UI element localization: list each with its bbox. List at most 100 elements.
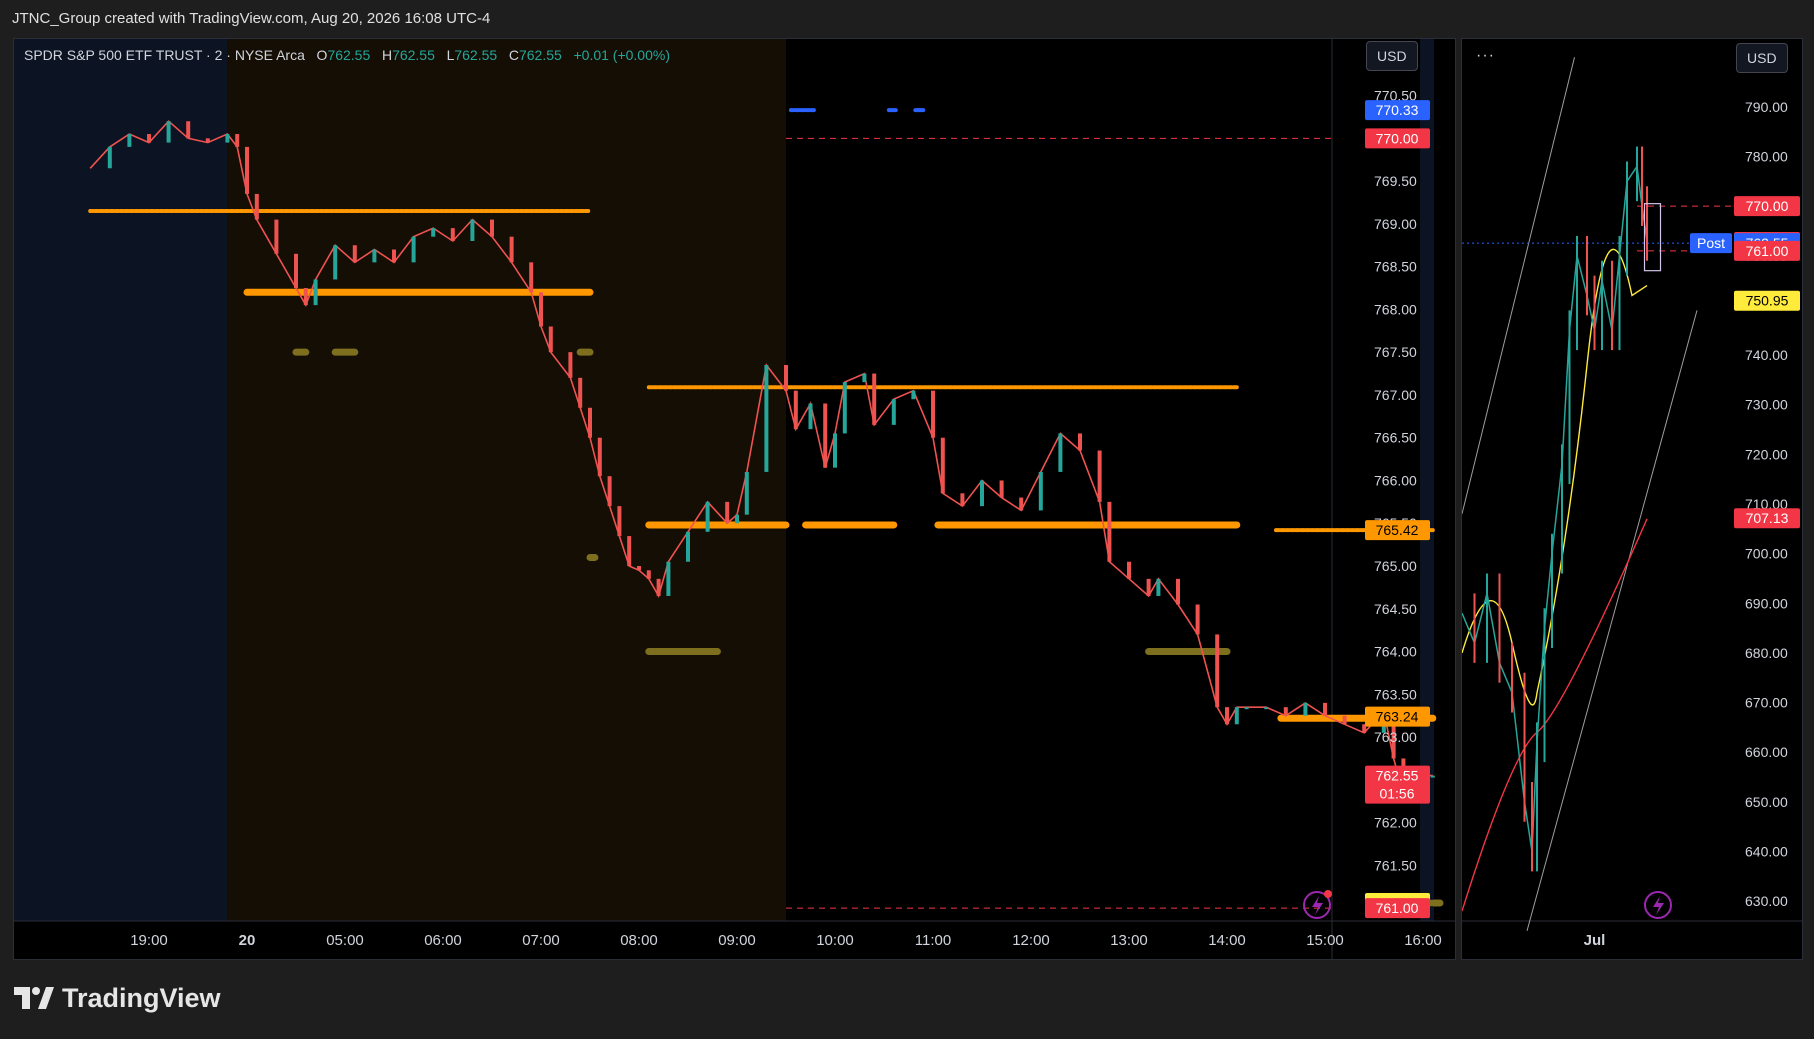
side-lightning-bolt-icon xyxy=(1653,896,1664,915)
price-candle xyxy=(1107,501,1112,562)
price-candle xyxy=(1342,715,1347,725)
price-candle xyxy=(617,506,622,537)
price-candle xyxy=(1156,578,1161,596)
side-y-tick-label: 680.00 xyxy=(1745,645,1788,661)
price-candle xyxy=(1176,578,1180,605)
x-tick-label: 07:00 xyxy=(522,932,560,949)
price-candle xyxy=(431,228,436,237)
price-candle xyxy=(235,134,240,147)
x-tick-label: 16:00 xyxy=(1404,932,1442,949)
channel-upper-line xyxy=(1462,57,1575,515)
price-candle xyxy=(1225,707,1229,725)
price-candle xyxy=(911,390,916,400)
side-price-label: 750.95 xyxy=(1746,293,1789,309)
price-candle xyxy=(1303,702,1308,716)
price-candle xyxy=(842,382,847,434)
price-candle xyxy=(166,121,171,143)
symbol-legend[interactable]: SPDR S&P 500 ETF TRUST · 2 · NYSE Arca O… xyxy=(24,47,670,63)
y-tick-label: 767.00 xyxy=(1374,387,1417,403)
more-menu-icon[interactable]: ··· xyxy=(1476,47,1495,65)
side-y-tick-label: 700.00 xyxy=(1745,546,1788,562)
price-level-label: 762.55 xyxy=(1376,768,1419,784)
y-tick-label: 768.00 xyxy=(1374,301,1417,317)
price-candle xyxy=(254,193,259,220)
price-candle xyxy=(1127,561,1131,579)
price-candle xyxy=(294,253,298,289)
price-candle xyxy=(686,531,690,562)
price-candle xyxy=(705,501,710,532)
y-tick-label: 768.50 xyxy=(1374,259,1417,275)
side-y-tick-label: 780.00 xyxy=(1745,149,1788,165)
y-tick-label: 764.50 xyxy=(1374,601,1417,617)
price-candle xyxy=(539,292,543,327)
close-label: C xyxy=(508,47,519,63)
price-candle xyxy=(450,228,455,241)
x-tick-label: 15:00 xyxy=(1306,932,1344,949)
price-candle xyxy=(411,236,416,263)
y-tick-label: 769.50 xyxy=(1374,173,1417,189)
y-tick-label: 763.00 xyxy=(1374,729,1417,745)
price-level-label: 770.33 xyxy=(1376,102,1419,118)
price-candle xyxy=(245,146,249,194)
price-level-label: 765.42 xyxy=(1376,522,1419,538)
side-price-label: 770.00 xyxy=(1746,198,1789,214)
close-value: 762.55 xyxy=(518,47,562,63)
price-candle xyxy=(313,279,318,306)
overnight-session-bg xyxy=(14,39,228,921)
price-candle xyxy=(588,407,592,438)
price-candle xyxy=(862,373,867,383)
side-y-tick-label: 660.00 xyxy=(1745,744,1788,760)
open-label: O xyxy=(316,47,328,63)
price-candle xyxy=(666,561,671,596)
price-candle xyxy=(107,146,112,169)
daily-price-chart[interactable]: 790.00780.00770.00760.00750.00740.00730.… xyxy=(1462,39,1802,959)
high-value: 762.55 xyxy=(392,47,435,63)
price-candle xyxy=(1283,707,1288,716)
price-candle xyxy=(1038,471,1043,511)
price-candle xyxy=(784,365,788,391)
price-candle xyxy=(1323,702,1327,716)
tradingview-logo: TradingView xyxy=(14,980,221,1016)
y-tick-label: 762.00 xyxy=(1374,815,1417,831)
price-candle xyxy=(205,138,210,143)
side-y-tick-label: 640.00 xyxy=(1745,844,1788,860)
main-price-chart[interactable]: 770.50770.00769.50769.00768.50768.00767.… xyxy=(14,39,1455,959)
price-candle xyxy=(744,471,749,515)
main-chart-panel[interactable]: 770.50770.00769.50769.00768.50768.00767.… xyxy=(13,38,1456,960)
price-candle xyxy=(637,566,641,571)
x-tick-label: 20 xyxy=(239,932,256,949)
x-tick-label: 14:00 xyxy=(1208,932,1246,949)
price-candle xyxy=(1430,775,1435,778)
currency-button[interactable]: USD xyxy=(1366,41,1418,71)
price-candle xyxy=(999,480,1004,498)
side-x-tick-label: Jul xyxy=(1584,932,1606,949)
low-value: 762.55 xyxy=(454,47,498,63)
x-tick-label: 13:00 xyxy=(1110,932,1148,949)
price-candle xyxy=(352,245,357,263)
price-candle xyxy=(529,262,534,293)
premarket-session-bg xyxy=(227,39,786,921)
y-tick-label: 763.50 xyxy=(1374,686,1417,702)
price-level-label: 770.00 xyxy=(1376,130,1419,146)
price-candle xyxy=(186,121,191,139)
daily-chart-panel[interactable]: 790.00780.00770.00760.00750.00740.00730.… xyxy=(1461,38,1803,960)
change-value: +0.01 (+0.00%) xyxy=(573,47,670,63)
price-candle xyxy=(372,249,377,263)
price-candle xyxy=(735,514,739,524)
price-candle xyxy=(1264,707,1269,710)
x-tick-label: 06:00 xyxy=(424,932,462,949)
currency-button-side[interactable]: USD xyxy=(1736,43,1788,73)
chart-caption: JTNC_Group created with TradingView.com,… xyxy=(12,10,491,27)
y-tick-label: 761.50 xyxy=(1374,857,1417,873)
open-value: 762.55 xyxy=(327,47,371,63)
price-candle xyxy=(891,399,896,425)
symbol-name: SPDR S&P 500 ETF TRUST · 2 · NYSE Arca xyxy=(24,47,305,63)
price-candle xyxy=(490,219,494,237)
side-y-tick-label: 690.00 xyxy=(1745,595,1788,611)
price-candle xyxy=(656,578,661,596)
price-candle xyxy=(960,493,965,507)
price-candle xyxy=(940,437,945,494)
price-candle xyxy=(147,134,151,143)
price-candle xyxy=(1234,707,1239,725)
price-candle xyxy=(548,326,553,353)
